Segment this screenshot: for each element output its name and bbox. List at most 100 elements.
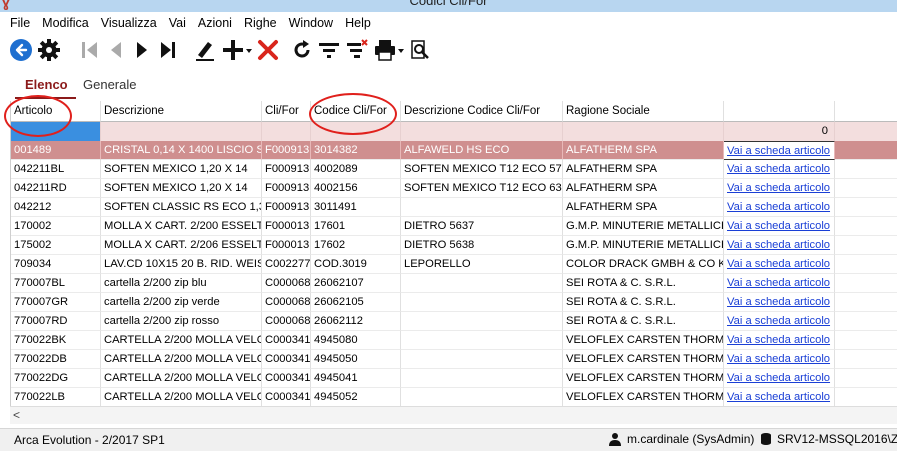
column-header-link[interactable]	[724, 101, 835, 122]
cell-codice-cli-for: 3014382	[311, 141, 401, 160]
menu-modifica[interactable]: Modifica	[42, 16, 89, 30]
open-article-link[interactable]: Vai a scheda articolo	[724, 369, 835, 388]
column-header-codice-cli-for[interactable]: Codice Cli/For	[311, 101, 401, 122]
horizontal-scrollbar[interactable]: <	[10, 406, 897, 424]
column-header-descrizione[interactable]: Descrizione	[101, 101, 262, 122]
menu-vai[interactable]: Vai	[169, 16, 186, 30]
cell-descrizione-codice-cli-for: SOFTEN MEXICO T12 ECO 570 C	[401, 160, 563, 179]
open-article-link[interactable]: Vai a scheda articolo	[724, 198, 835, 217]
row-filler	[835, 141, 897, 160]
filter-field-cli-for[interactable]	[262, 122, 311, 141]
delete-icon[interactable]	[257, 37, 279, 63]
cell-cli-for: F000913	[262, 179, 311, 198]
add-icon[interactable]	[221, 37, 245, 63]
table-row[interactable]: 770007RD cartella 2/200 zip rosso C000068 2…	[11, 312, 897, 331]
open-article-link[interactable]: Vai a scheda articolo	[724, 274, 835, 293]
tab-elenco[interactable]: Elenco	[15, 77, 76, 99]
filter-icon[interactable]	[317, 37, 341, 63]
open-article-link[interactable]: Vai a scheda articolo	[724, 331, 835, 350]
chevron-down-icon[interactable]	[245, 37, 253, 63]
print-icon[interactable]	[373, 37, 397, 63]
cell-descrizione-codice-cli-for	[401, 388, 563, 407]
next-record-icon[interactable]	[131, 37, 153, 63]
cell-codice-cli-for: 4002156	[311, 179, 401, 198]
column-header-articolo[interactable]: Articolo	[11, 101, 101, 122]
cell-cli-for: F000913	[262, 141, 311, 160]
cell-descrizione: LAV.CD 10X15 20 B. RID. WEIS	[101, 255, 262, 274]
menu-file[interactable]: File	[10, 16, 30, 30]
column-header-ragione-sociale[interactable]: Ragione Sociale	[563, 101, 724, 122]
zoom-preview-icon[interactable]	[409, 37, 431, 63]
data-grid: Articolo Descrizione Cli/For Codice Cli/…	[10, 101, 897, 407]
table-row[interactable]: 042211BL SOFTEN MEXICO 1,20 X 14 F000913 40…	[11, 160, 897, 179]
cell-descrizione-codice-cli-for	[401, 312, 563, 331]
menu-window[interactable]: Window	[289, 16, 333, 30]
cell-codice-cli-for: 4002089	[311, 160, 401, 179]
cell-articolo: 770007GR	[11, 293, 101, 312]
cell-cli-for: C002277	[262, 255, 311, 274]
clear-filter-icon[interactable]	[345, 37, 369, 63]
table-row[interactable]: 709034 LAV.CD 10X15 20 B. RID. WEIS C00227…	[11, 255, 897, 274]
column-header-descrizione-codice-cli-for[interactable]: Descrizione Codice Cli/For	[401, 101, 563, 122]
menu-righe[interactable]: Righe	[244, 16, 277, 30]
table-row[interactable]: 770022DG CARTELLA 2/200 MOLLA VELOFI C0003…	[11, 369, 897, 388]
menu-azioni[interactable]: Azioni	[198, 16, 232, 30]
row-filler	[835, 198, 897, 217]
open-article-link[interactable]: Vai a scheda articolo	[724, 293, 835, 312]
menu-help[interactable]: Help	[345, 16, 371, 30]
column-header-cli-for[interactable]: Cli/For	[262, 101, 311, 122]
open-article-link[interactable]: Vai a scheda articolo	[724, 217, 835, 236]
cell-descrizione-codice-cli-for: SOFTEN MEXICO T12 ECO 633 C	[401, 179, 563, 198]
cell-articolo: 042211RD	[11, 179, 101, 198]
row-filler	[835, 369, 897, 388]
filter-field-descrizione[interactable]	[101, 122, 262, 141]
table-row[interactable]: 770007GR cartella 2/200 zip verde C000068 2…	[11, 293, 897, 312]
open-article-link[interactable]: Vai a scheda articolo	[724, 255, 835, 274]
user-icon	[609, 433, 621, 446]
row-filler	[835, 388, 897, 407]
table-row[interactable]: 770022LB CARTELLA 2/200 MOLLA VELOFI C0003…	[11, 388, 897, 407]
filter-field-descrizione-codice-cli-for[interactable]	[401, 122, 563, 141]
last-record-icon[interactable]	[157, 37, 179, 63]
table-row[interactable]: 001489 CRISTAL 0,14 X 1400 LISCIO SPE F000…	[11, 141, 897, 160]
filter-field-articolo[interactable]	[11, 122, 101, 141]
open-article-link[interactable]: Vai a scheda articolo	[724, 179, 835, 198]
cell-articolo: 709034	[11, 255, 101, 274]
table-row[interactable]: 770022BK CARTELLA 2/200 MOLLA VELOFI C0003…	[11, 331, 897, 350]
cell-descrizione-codice-cli-for	[401, 350, 563, 369]
table-row[interactable]: 170002 MOLLA X CART. 2/200 ESSELTE F000013…	[11, 217, 897, 236]
menu-visualizza[interactable]: Visualizza	[101, 16, 157, 30]
back-circle-icon[interactable]	[9, 37, 33, 63]
cell-descrizione: MOLLA X CART. 2/200 ESSELTE	[101, 217, 262, 236]
cell-descrizione: CRISTAL 0,14 X 1400 LISCIO SPE	[101, 141, 262, 160]
open-article-link[interactable]: Vai a scheda articolo	[724, 141, 835, 160]
cell-articolo: 770022BK	[11, 331, 101, 350]
cell-codice-cli-for: 3011491	[311, 198, 401, 217]
grid-body: 001489 CRISTAL 0,14 X 1400 LISCIO SPE F000…	[11, 141, 897, 407]
cell-descrizione: CARTELLA 2/200 MOLLA VELOFI	[101, 369, 262, 388]
table-row[interactable]: 770022DB CARTELLA 2/200 MOLLA VELOFI C0003…	[11, 350, 897, 369]
table-row[interactable]: 770007BL cartella 2/200 zip blu C000068 260…	[11, 274, 897, 293]
previous-record-icon	[105, 37, 127, 63]
edit-icon[interactable]	[193, 37, 217, 63]
open-article-link[interactable]: Vai a scheda articolo	[724, 236, 835, 255]
gear-icon[interactable]	[37, 37, 61, 63]
cell-codice-cli-for: 26062112	[311, 312, 401, 331]
scroll-left-icon[interactable]: <	[13, 408, 20, 422]
filter-field-codice-cli-for[interactable]	[311, 122, 401, 141]
user-name: m.cardinale (SysAdmin)	[627, 432, 755, 446]
open-article-link[interactable]: Vai a scheda articolo	[724, 312, 835, 331]
open-article-link[interactable]: Vai a scheda articolo	[724, 388, 835, 407]
refresh-icon[interactable]	[291, 37, 313, 63]
title-bar: ɣ Codici Cli/For	[0, 0, 897, 12]
table-row[interactable]: 175002 MOLLA X CART. 2/206 ESSELTE F000013…	[11, 236, 897, 255]
table-row[interactable]: 042211RD SOFTEN MEXICO 1,20 X 14 F000913 40…	[11, 179, 897, 198]
cell-codice-cli-for: 4945080	[311, 331, 401, 350]
tab-generale[interactable]: Generale	[83, 77, 136, 92]
chevron-down-icon[interactable]	[397, 37, 405, 63]
open-article-link[interactable]: Vai a scheda articolo	[724, 160, 835, 179]
cell-descrizione-codice-cli-for	[401, 274, 563, 293]
filter-field-ragione-sociale[interactable]	[563, 122, 724, 141]
table-row[interactable]: 042212 SOFTEN CLASSIC RS ECO 1,30 F000913 3…	[11, 198, 897, 217]
open-article-link[interactable]: Vai a scheda articolo	[724, 350, 835, 369]
